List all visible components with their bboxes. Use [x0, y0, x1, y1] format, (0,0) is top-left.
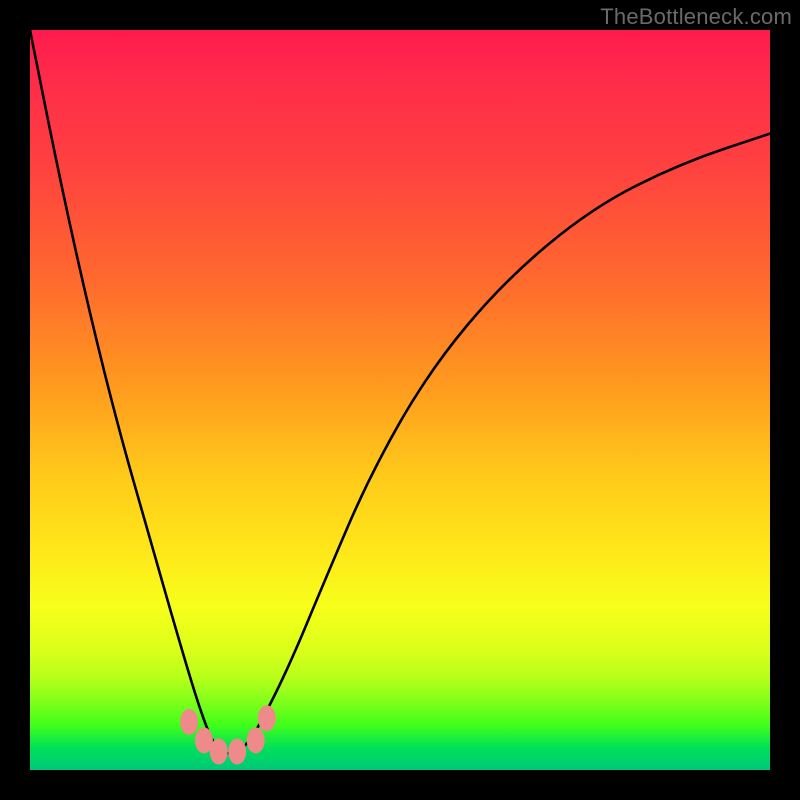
- bottleneck-curve: [30, 30, 770, 753]
- curve-marker: [228, 739, 246, 765]
- watermark-text: TheBottleneck.com: [600, 4, 792, 30]
- curve-markers: [180, 705, 276, 764]
- curve-marker: [258, 705, 276, 731]
- chart-frame: [30, 30, 770, 770]
- curve-marker: [247, 727, 265, 753]
- curve-marker: [210, 739, 228, 765]
- curve-marker: [180, 709, 198, 735]
- chart-svg: [30, 30, 770, 770]
